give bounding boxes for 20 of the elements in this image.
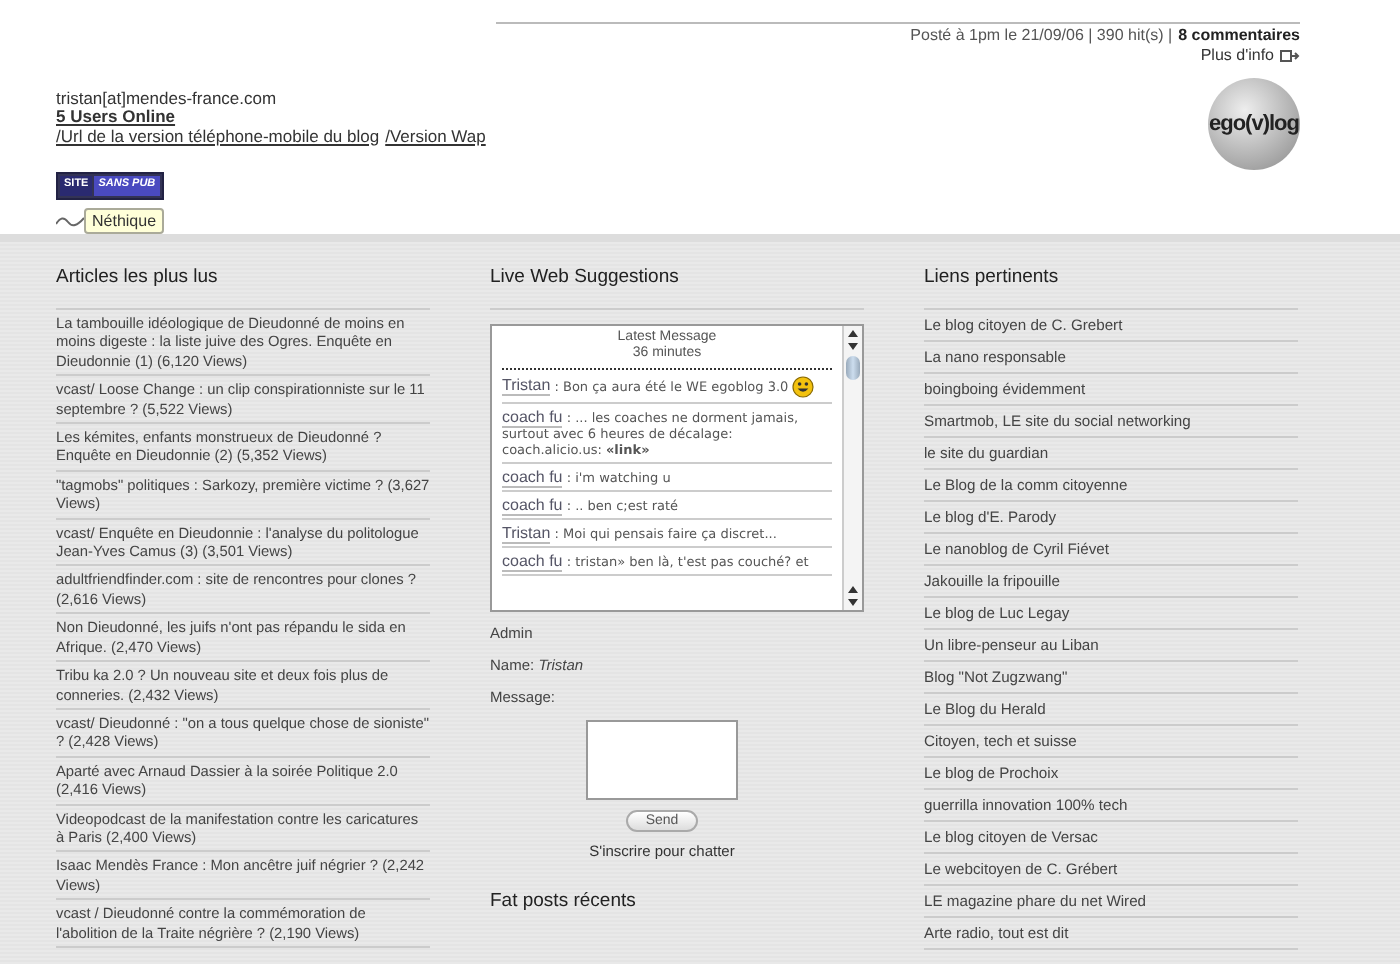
message-input[interactable] <box>586 720 738 800</box>
section-heading: Fat posts récents <box>490 890 638 916</box>
mobile-version-link[interactable]: /Url de la version téléphone-mobile du blog <box>56 127 380 146</box>
section-heading: Articles les plus lus <box>56 266 220 292</box>
wap-version-link[interactable]: /Version Wap <box>385 127 486 146</box>
scrollbar[interactable] <box>842 326 862 610</box>
logo-text: ego(v)log <box>1209 111 1299 135</box>
more-info-link[interactable]: Plus d'info <box>1200 45 1274 65</box>
nethique-badge[interactable]: Néthique <box>84 207 165 234</box>
squiggle-icon <box>56 212 84 229</box>
section-heading: Liens pertinents <box>924 266 1061 292</box>
scroll-arrows-icon[interactable] <box>844 582 862 610</box>
comments-link[interactable]: 8 commentaires <box>1178 25 1300 45</box>
scroll-arrows-icon[interactable] <box>844 326 862 354</box>
post-meta: Posté à 1pm le 21/09/06 | 390 hit(s) | <box>910 25 1173 45</box>
arrow-icon <box>1280 49 1300 61</box>
section-heading: Live Web Suggestions <box>490 266 681 292</box>
scroll-thumb[interactable] <box>846 356 860 380</box>
email-text: tristan[at]mendes-france.com <box>56 89 277 108</box>
users-online-link[interactable]: 5 Users Online <box>56 108 176 127</box>
